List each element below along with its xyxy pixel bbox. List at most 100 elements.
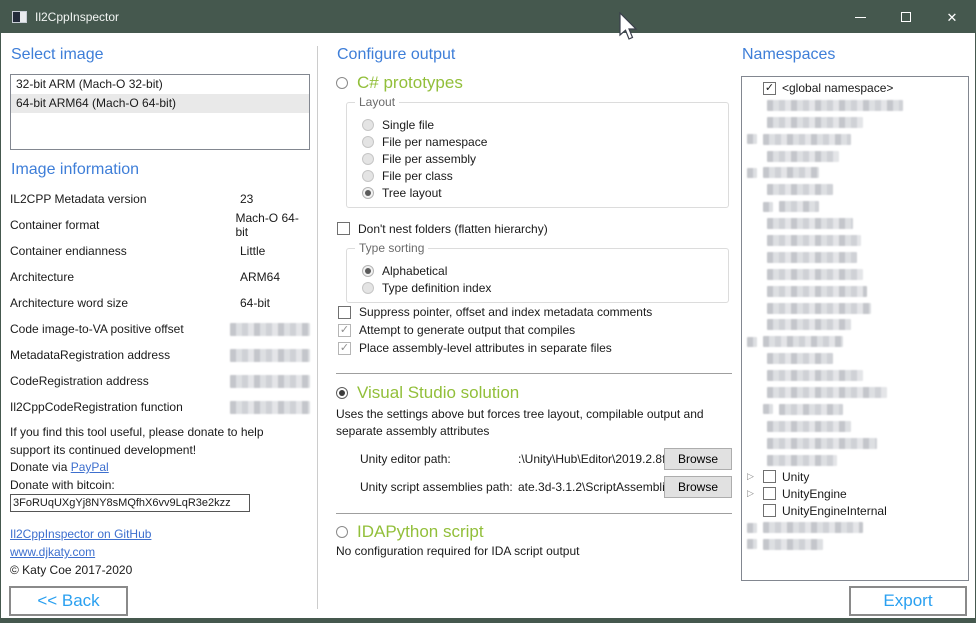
layout-groupbox: Layout Single fileFile per namespaceFile… [346,102,729,208]
back-button[interactable]: << Back [9,586,128,616]
visual-studio-description: Uses the settings above but forces tree … [336,406,726,440]
radio-icon [336,526,348,538]
browse-button[interactable]: Browse [664,476,732,498]
namespace-row[interactable] [742,435,968,452]
dont-nest-checkbox[interactable]: Don't nest folders (flatten hierarchy) [337,220,733,237]
namespace-row[interactable] [742,316,968,333]
namespace-row[interactable]: ✓<global namespace> [742,80,968,97]
minimize-button[interactable] [837,1,883,33]
namespace-row[interactable]: ▷Unity [742,468,968,485]
radio-option[interactable]: Alphabetical [362,262,728,279]
checkbox-checked-icon: ✓ [338,324,351,337]
expander-icon[interactable]: ▷ [747,489,763,498]
unity-path-value: ate.3d-3.1.2\ScriptAssemblies [518,480,664,494]
namespace-row[interactable] [742,384,968,401]
flag-checkbox[interactable]: ✓Place assembly-level attributes in sepa… [338,339,733,357]
donate-block: If you find this tool useful, please don… [10,424,310,494]
namespace-row[interactable] [742,181,968,198]
flag-checkbox[interactable]: ✓Attempt to generate output that compile… [338,321,733,339]
checkbox-icon [337,222,350,235]
image-info-rows: IL2CPP Metadata version23Container forma… [10,186,310,420]
redacted-namespace [767,100,903,111]
namespace-row[interactable] [742,198,968,215]
visual-studio-radio[interactable]: Visual Studio solution [336,383,733,403]
info-value: Mach-O 64-bit [235,211,310,239]
expander-icon[interactable]: ▷ [747,472,763,481]
info-value: ARM64 [240,270,280,284]
flag-label: Suppress pointer, offset and index metad… [359,305,652,319]
flag-checkbox[interactable]: Suppress pointer, offset and index metad… [338,303,733,321]
namespace-row[interactable] [742,266,968,283]
unity-path-row: Unity editor path::\Unity\Hub\Editor\201… [360,448,732,470]
namespace-row[interactable] [742,418,968,435]
radio-option-label: Alphabetical [382,264,447,278]
redacted-namespace [767,303,871,314]
browse-button[interactable]: Browse [664,448,732,470]
csharp-prototypes-radio[interactable]: C# prototypes [336,73,733,93]
info-label: Architecture [10,270,240,284]
vertical-separator [317,46,318,609]
info-label: Container endianness [10,244,240,258]
image-list[interactable]: 32-bit ARM (Mach-O 32-bit)64-bit ARM64 (… [10,74,310,150]
radio-option[interactable]: File per namespace [362,133,728,150]
copyright-text: © Katy Coe 2017-2020 [10,561,310,579]
namespace-row[interactable]: ▷ UnityEngine [742,485,968,502]
namespace-label: UnityEngine [782,487,847,501]
redacted-namespace [767,319,851,330]
radio-option[interactable]: Type definition index [362,279,728,296]
namespace-row[interactable] [742,283,968,300]
namespace-row[interactable] [742,114,968,131]
radio-option[interactable]: Tree layout [362,184,728,201]
layout-group-title: Layout [355,95,399,109]
image-list-item[interactable]: 64-bit ARM64 (Mach-O 64-bit) [11,94,309,113]
website-link[interactable]: www.djkaty.com [10,545,95,559]
github-link[interactable]: Il2CppInspector on GitHub [10,527,151,541]
namespace-row[interactable] [742,249,968,266]
info-row: IL2CPP Metadata version23 [10,186,310,212]
namespace-row[interactable] [742,333,968,350]
idapython-radio[interactable]: IDAPython script [336,522,733,542]
maximize-button[interactable] [883,1,929,33]
namespace-row[interactable] [742,536,968,553]
namespace-row[interactable] [742,452,968,469]
bitcoin-address-field[interactable] [10,494,250,512]
namespace-row[interactable] [742,148,968,165]
namespace-row[interactable] [742,232,968,249]
title-bar: Il2CppInspector ✕ [1,1,975,33]
idapython-note: No configuration required for IDA script… [336,544,733,558]
namespace-row[interactable] [742,350,968,367]
namespaces-header: Namespaces [742,45,969,65]
redacted-namespace [767,286,867,297]
paypal-link[interactable]: PayPal [71,460,109,474]
radio-option-label: Tree layout [382,186,442,200]
namespace-row[interactable] [742,300,968,317]
radio-option[interactable]: Single file [362,116,728,133]
minimize-icon [855,17,866,18]
namespaces-panel: Namespaces ✓<global namespace>▷Unity▷Uni… [741,41,969,581]
namespace-row[interactable] [742,401,968,418]
export-button[interactable]: Export [849,586,967,616]
info-value: 23 [240,192,253,206]
namespace-row[interactable] [742,97,968,114]
checkbox-icon [763,504,776,517]
namespace-row[interactable]: UnityEngineInternal [742,502,968,519]
namespace-row[interactable] [742,519,968,536]
redacted-namespace [767,252,857,263]
radio-option[interactable]: File per class [362,167,728,184]
redacted-namespace [779,201,819,212]
info-row: Il2CppCodeRegistration function [10,394,310,420]
radio-option[interactable]: File per assembly [362,150,728,167]
checkbox-checked-icon: ✓ [763,82,776,95]
window-bottom-border [1,618,975,622]
namespace-row[interactable] [742,164,968,181]
radio-icon [362,136,374,148]
namespace-row[interactable] [742,367,968,384]
redacted-namespace [763,336,843,347]
namespaces-list[interactable]: ✓<global namespace>▷Unity▷UnityEngineUni… [741,76,969,581]
namespace-row[interactable] [742,131,968,148]
select-image-header: Select image [11,45,310,65]
image-list-item[interactable]: 32-bit ARM (Mach-O 32-bit) [11,75,309,94]
namespace-row[interactable] [742,215,968,232]
image-info-header: Image information [11,160,310,180]
close-button[interactable]: ✕ [929,1,975,33]
